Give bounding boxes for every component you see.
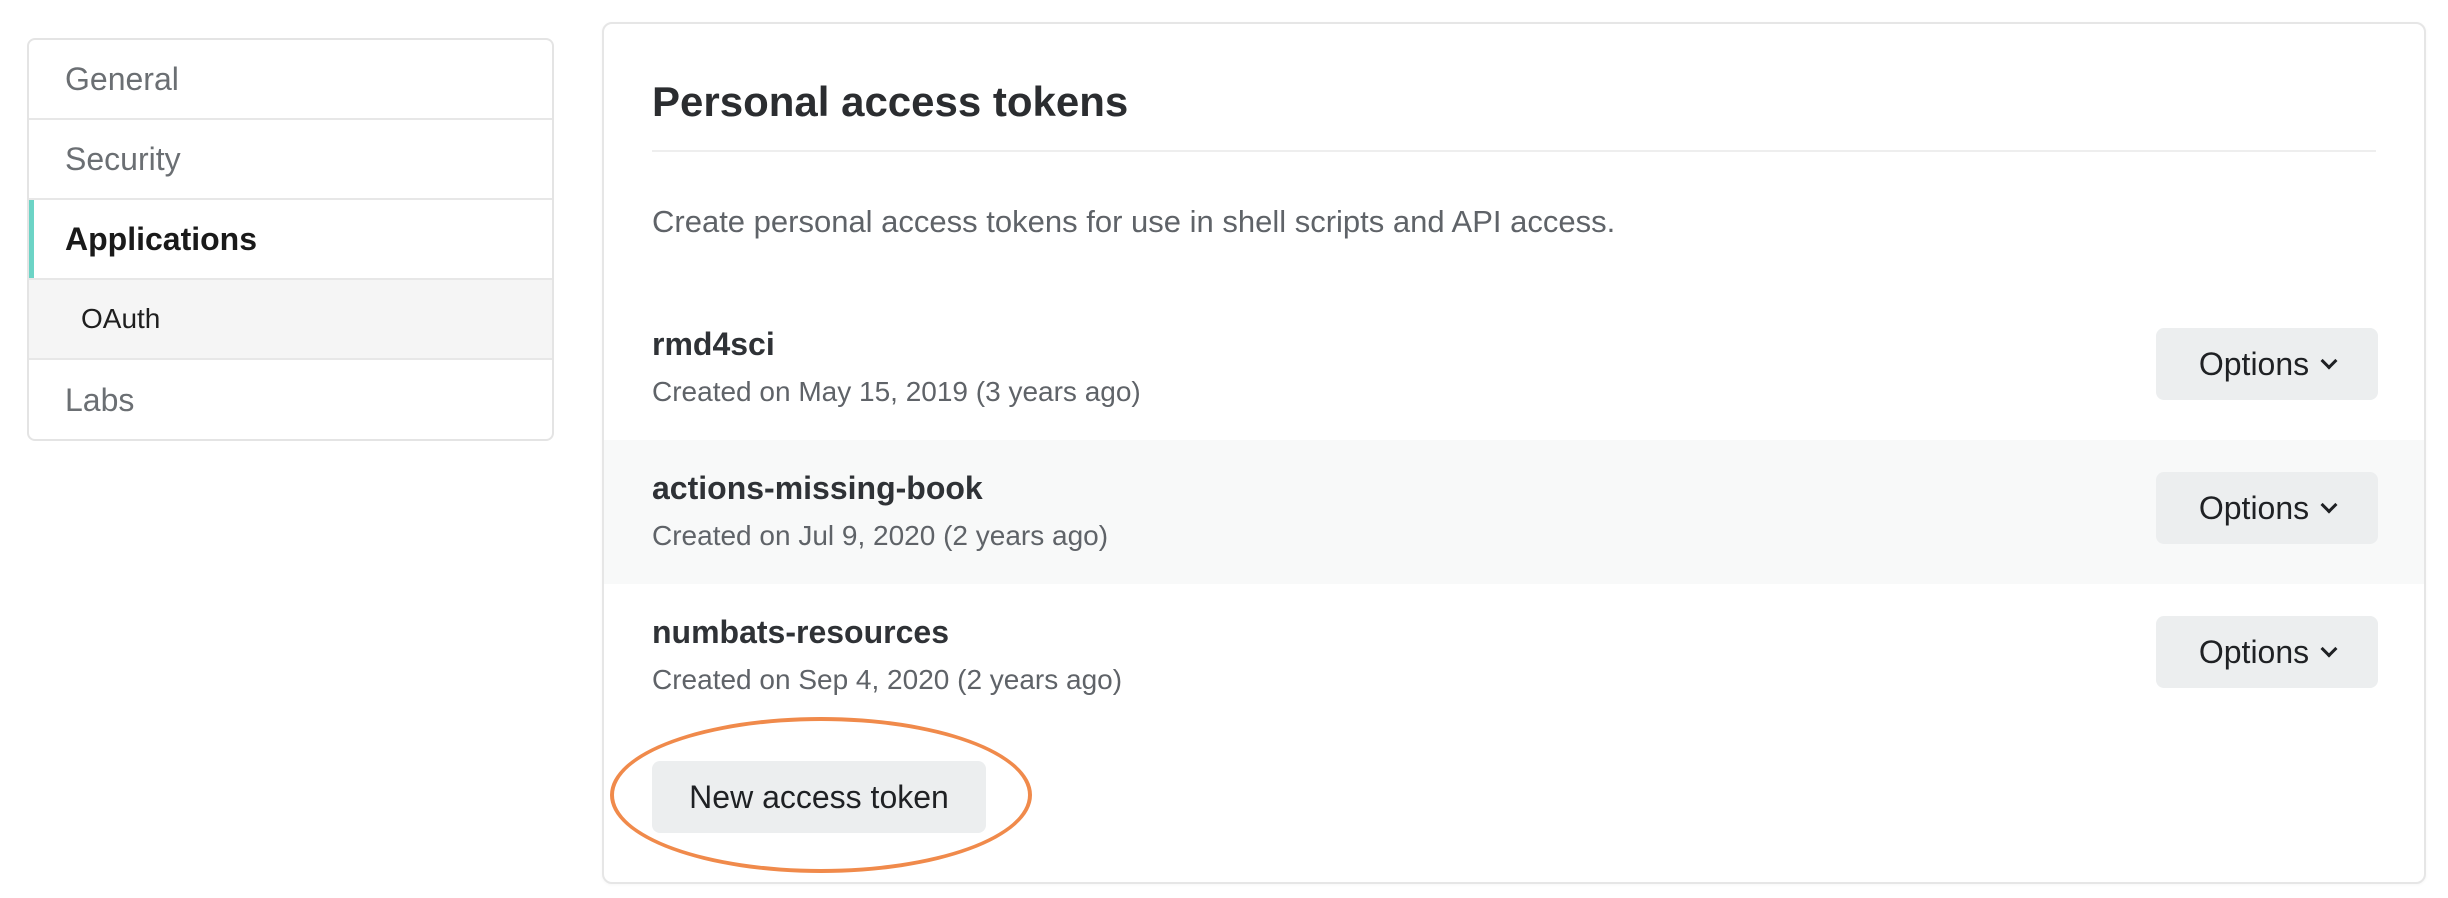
token-options-button[interactable]: Options bbox=[2156, 328, 2378, 400]
token-name: numbats-resources bbox=[652, 614, 949, 650]
sidebar-item-label: Security bbox=[65, 140, 181, 177]
token-name: rmd4sci bbox=[652, 326, 775, 362]
token-row: rmd4sci Created on May 15, 2019 (3 years… bbox=[604, 296, 2424, 440]
token-name: actions-missing-book bbox=[652, 470, 983, 506]
sidebar-item-label: OAuth bbox=[81, 303, 161, 334]
token-row: actions-missing-book Created on Jul 9, 2… bbox=[604, 440, 2424, 584]
settings-sidebar: General Security Applications OAuth Labs bbox=[27, 38, 554, 441]
sidebar-item-label: Applications bbox=[65, 220, 258, 257]
token-created-date: Created on May 15, 2019 (3 years ago) bbox=[652, 376, 1141, 407]
page-title: Personal access tokens bbox=[652, 78, 1129, 125]
sidebar-item-label: Labs bbox=[65, 381, 135, 418]
sidebar-item-security[interactable]: Security bbox=[29, 120, 552, 200]
options-label: Options bbox=[2198, 489, 2310, 526]
settings-page: General Security Applications OAuth Labs… bbox=[0, 0, 2448, 898]
chevron-down-icon bbox=[2320, 640, 2338, 658]
sidebar-item-applications[interactable]: Applications bbox=[29, 200, 552, 280]
options-label: Options bbox=[2198, 633, 2310, 670]
sidebar-item-labs[interactable]: Labs bbox=[29, 360, 552, 439]
token-created-date: Created on Sep 4, 2020 (2 years ago) bbox=[652, 664, 1123, 695]
new-access-token-button[interactable]: New access token bbox=[652, 761, 986, 833]
panel-description: Create personal access tokens for use in… bbox=[652, 204, 1616, 239]
sidebar-item-oauth[interactable]: OAuth bbox=[29, 280, 552, 360]
token-row: numbats-resources Created on Sep 4, 2020… bbox=[604, 584, 2424, 728]
chevron-down-icon bbox=[2320, 352, 2338, 370]
token-created-date: Created on Jul 9, 2020 (2 years ago) bbox=[652, 520, 1109, 551]
token-options-button[interactable]: Options bbox=[2156, 616, 2378, 688]
token-options-button[interactable]: Options bbox=[2156, 472, 2378, 544]
chevron-down-icon bbox=[2320, 496, 2338, 514]
sidebar-item-general[interactable]: General bbox=[29, 40, 552, 120]
sidebar-item-label: General bbox=[65, 60, 179, 97]
title-divider bbox=[652, 150, 2376, 152]
personal-access-tokens-panel: Personal access tokens Create personal a… bbox=[602, 22, 2426, 884]
options-label: Options bbox=[2198, 345, 2310, 382]
